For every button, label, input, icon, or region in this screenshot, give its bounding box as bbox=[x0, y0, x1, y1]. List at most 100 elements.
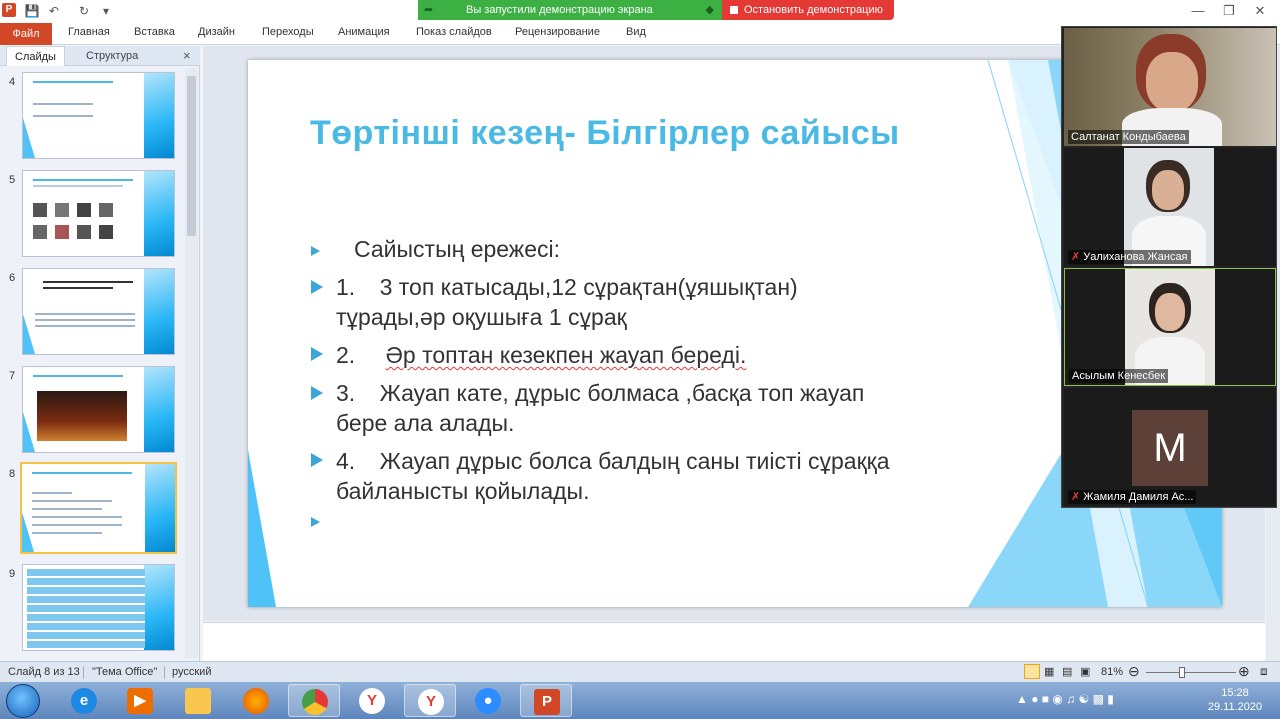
start-button[interactable] bbox=[6, 684, 40, 718]
zoom-slider[interactable] bbox=[1146, 672, 1236, 673]
shield-icon: ◆ bbox=[705, 4, 714, 16]
slide-number: 5 bbox=[9, 174, 16, 186]
tab-design[interactable]: Дизайн bbox=[198, 26, 235, 38]
reading-view-icon[interactable]: ▤ bbox=[1062, 665, 1072, 678]
clock-date: 29.11.2020 bbox=[1207, 701, 1263, 713]
zoom-in-icon[interactable]: ⊕ bbox=[1238, 663, 1250, 680]
tab-file[interactable]: Файл bbox=[0, 23, 52, 45]
minimize-button[interactable]: — bbox=[1188, 2, 1208, 20]
undo-icon[interactable]: ↶ bbox=[46, 3, 62, 19]
save-icon[interactable]: 💾 bbox=[24, 3, 40, 19]
participant-name: ✗ Уалиханова Жансая bbox=[1068, 250, 1191, 264]
taskbar-explorer[interactable] bbox=[172, 684, 224, 717]
fit-to-window-icon[interactable]: ⧈ bbox=[1260, 664, 1268, 679]
tab-slides[interactable]: Слайды bbox=[6, 46, 65, 66]
bullet-arrow-icon bbox=[311, 386, 323, 400]
stop-share-button[interactable]: Остановить демонстрацию bbox=[722, 0, 894, 20]
slide-number: 7 bbox=[9, 370, 16, 382]
normal-view-icon[interactable] bbox=[1024, 664, 1040, 679]
mic-muted-icon: ✗ bbox=[1071, 251, 1081, 263]
slide-thumbnail-9[interactable] bbox=[22, 564, 175, 651]
zoom-out-icon[interactable]: ⊖ bbox=[1128, 663, 1140, 680]
stop-icon bbox=[730, 6, 738, 14]
participant-name: ✗ Жамиля Дамиля Ас... bbox=[1068, 490, 1197, 504]
tray-icons[interactable]: ▲ ● ■ ◉ ♫ ☯ ▩ ▮ bbox=[1016, 692, 1114, 706]
slide-thumbnail-8-selected[interactable] bbox=[20, 462, 177, 554]
windows-taskbar: e ▶ Y Y ● P ▲ ● ■ ◉ ♫ ☯ ▩ ▮ 15:28 29.11.… bbox=[0, 682, 1280, 719]
participant-avatar: M bbox=[1132, 410, 1208, 486]
tab-transitions[interactable]: Переходы bbox=[262, 26, 314, 38]
rule-number: 4. bbox=[336, 448, 356, 474]
taskbar-zoom[interactable]: ● bbox=[462, 684, 514, 717]
taskbar-yandex[interactable]: Y bbox=[346, 684, 398, 717]
bullet-arrow-icon bbox=[311, 517, 320, 527]
title-bar: P 💾 ↶ ↻ ▾ ➦ Вы запустили демонстрацию эк… bbox=[0, 0, 1280, 22]
bullet-arrow-icon bbox=[311, 453, 323, 467]
slide-number: 6 bbox=[9, 272, 16, 284]
tab-home[interactable]: Главная bbox=[68, 26, 110, 38]
customize-qat-icon[interactable]: ▾ bbox=[98, 3, 114, 19]
slide-counter: Слайд 8 из 13 bbox=[8, 666, 80, 678]
language-indicator[interactable]: русский bbox=[172, 666, 211, 678]
rule-text: Жауап кате, дұрыс болмаса ,басқа топ жау… bbox=[379, 380, 865, 406]
restore-button[interactable]: ❐ bbox=[1219, 2, 1239, 20]
tab-review[interactable]: Рецензирование bbox=[515, 26, 600, 38]
slide-number: 9 bbox=[9, 568, 16, 580]
close-window-button[interactable]: ✕ bbox=[1250, 2, 1270, 20]
slide-thumbnail-6[interactable] bbox=[22, 268, 175, 355]
tab-outline[interactable]: Структура bbox=[78, 46, 146, 66]
rule-item-4[interactable]: 4. Жауап дұрыс болса балдың саны тиісті … bbox=[336, 446, 1016, 506]
clock-time: 15:28 bbox=[1221, 687, 1249, 699]
theme-name[interactable]: "Тема Office" bbox=[92, 666, 157, 678]
participant-tile-4[interactable]: M ✗ Жамиля Дамиля Ас... bbox=[1064, 388, 1276, 506]
slides-panel-scrollbar[interactable] bbox=[185, 68, 198, 658]
tab-slideshow[interactable]: Показ слайдов bbox=[416, 26, 492, 38]
slide-sorter-icon[interactable]: ▦ bbox=[1044, 665, 1054, 678]
rules-heading[interactable]: Сайыстың ережесі: bbox=[354, 234, 560, 264]
rule-item-2[interactable]: 2. Әр топтан кезекпен жауап береді. bbox=[336, 340, 956, 370]
tab-animation[interactable]: Анимация bbox=[338, 26, 390, 38]
slide-thumbnail-4[interactable] bbox=[22, 72, 175, 159]
taskbar-yandex-2[interactable]: Y bbox=[404, 684, 456, 717]
share-arrow-icon: ➦ bbox=[424, 4, 434, 16]
participant-tile-3-active[interactable]: Асылым Кенесбек bbox=[1064, 268, 1276, 386]
taskbar-firefox[interactable] bbox=[230, 684, 282, 717]
folder-icon bbox=[185, 688, 211, 714]
taskbar-internet-explorer[interactable]: e bbox=[58, 684, 110, 717]
zoom-level[interactable]: 81% bbox=[1101, 666, 1123, 678]
tab-view[interactable]: Вид bbox=[626, 26, 646, 38]
firefox-icon bbox=[243, 688, 269, 714]
slide-number: 8 bbox=[9, 468, 16, 480]
slide-title[interactable]: Төртінші кезең- Білгірлер сайысы bbox=[310, 114, 900, 153]
powerpoint-app-icon[interactable]: P bbox=[2, 3, 16, 17]
scrollbar-thumb[interactable] bbox=[187, 76, 196, 236]
notes-pane[interactable] bbox=[203, 622, 1265, 661]
screen-share-text: Вы запустили демонстрацию экрана bbox=[466, 4, 653, 16]
slide-thumbnail-5[interactable] bbox=[22, 170, 175, 257]
zoom-slider-handle[interactable] bbox=[1178, 667, 1185, 678]
taskbar-powerpoint[interactable]: P bbox=[520, 684, 572, 717]
rule-text: Жауап дұрыс болса балдың саны тиісті сұр… bbox=[379, 448, 890, 474]
yandex-icon: Y bbox=[418, 689, 444, 715]
participant-tile-2[interactable]: ✗ Уалиханова Жансая bbox=[1064, 148, 1276, 266]
media-player-icon: ▶ bbox=[127, 688, 153, 714]
taskbar-chrome[interactable] bbox=[288, 684, 340, 717]
bullet-arrow-icon bbox=[311, 347, 323, 361]
close-panel-icon[interactable]: × bbox=[183, 48, 191, 63]
slide-thumbnail-7[interactable] bbox=[22, 366, 175, 453]
clock[interactable]: 15:28 29.11.2020 bbox=[1205, 686, 1265, 714]
rule-text: Әр топтан кезекпен жауап береді. bbox=[385, 342, 747, 368]
slideshow-view-icon[interactable]: ▣ bbox=[1080, 665, 1090, 678]
participant-name: Салтанат Кондыбаева bbox=[1068, 130, 1189, 144]
yandex-icon: Y bbox=[359, 688, 385, 714]
tab-insert[interactable]: Вставка bbox=[134, 26, 175, 38]
mic-muted-icon: ✗ bbox=[1071, 491, 1081, 503]
chrome-icon bbox=[302, 689, 328, 715]
redo-icon[interactable]: ↻ bbox=[76, 3, 92, 19]
rule-item-3[interactable]: 3. Жауап кате, дұрыс болмаса ,басқа топ … bbox=[336, 378, 996, 438]
participant-name: Асылым Кенесбек bbox=[1069, 369, 1169, 383]
taskbar-media-player[interactable]: ▶ bbox=[114, 684, 166, 717]
participant-tile-1[interactable]: Салтанат Кондыбаева bbox=[1064, 28, 1276, 146]
rule-item-1[interactable]: 1. 3 топ катысады,12 сұрақтан(ұяшықтан) … bbox=[336, 272, 936, 332]
panel-tabs: Слайды Структура × bbox=[0, 46, 200, 66]
